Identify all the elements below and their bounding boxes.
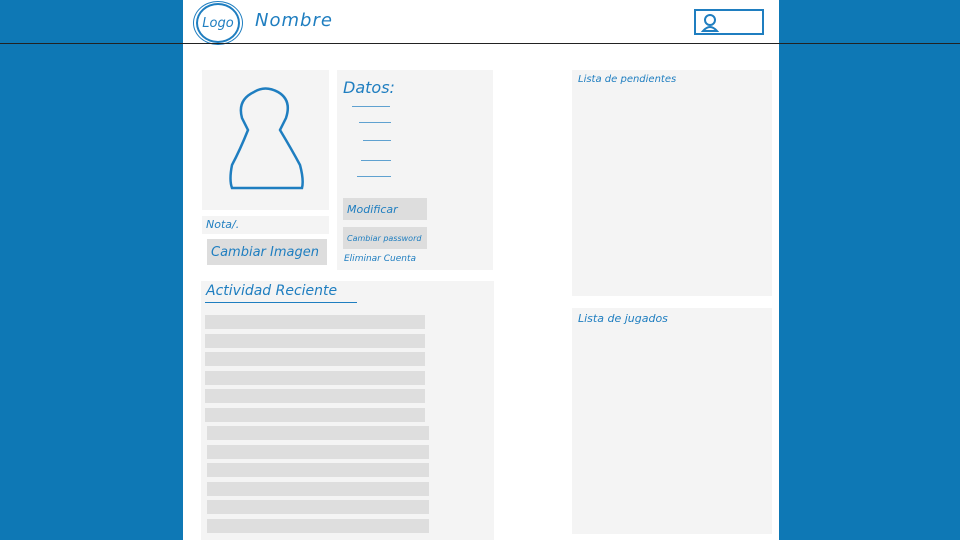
activity-row[interactable] bbox=[205, 407, 425, 422]
status-note: Nota/. bbox=[202, 216, 329, 234]
activity-row[interactable] bbox=[205, 333, 425, 348]
activity-row[interactable] bbox=[207, 444, 429, 459]
change-password-button[interactable]: Cambiar password bbox=[343, 227, 427, 249]
change-password-label: Cambiar password bbox=[347, 233, 422, 243]
change-image-label: Cambiar Imagen bbox=[211, 244, 319, 260]
activity-row[interactable] bbox=[207, 481, 429, 496]
activity-title: Actividad Reciente bbox=[206, 283, 338, 299]
change-image-button[interactable]: Cambiar Imagen bbox=[207, 239, 327, 265]
status-note-text: Nota/. bbox=[206, 218, 240, 231]
activity-row[interactable] bbox=[207, 518, 429, 533]
activity-row[interactable] bbox=[205, 315, 425, 329]
data-line bbox=[357, 176, 391, 177]
modify-label: Modificar bbox=[347, 202, 398, 216]
pending-list-title: Lista de pendientes bbox=[578, 74, 677, 85]
activity-row[interactable] bbox=[205, 370, 425, 385]
activity-row[interactable] bbox=[205, 389, 425, 403]
activity-row[interactable] bbox=[207, 463, 429, 477]
user-account-button[interactable] bbox=[694, 9, 764, 35]
activity-row[interactable] bbox=[207, 500, 429, 514]
avatar-silhouette-icon bbox=[229, 87, 304, 190]
data-panel-title: Datos: bbox=[343, 78, 395, 97]
data-line bbox=[361, 160, 391, 161]
data-line bbox=[363, 140, 391, 141]
data-line bbox=[352, 106, 390, 107]
data-line bbox=[359, 122, 391, 123]
activity-title-underline bbox=[205, 302, 357, 303]
activity-row[interactable] bbox=[207, 426, 429, 440]
modify-button[interactable]: Modificar bbox=[343, 198, 427, 220]
site-name: Nombre bbox=[255, 10, 333, 31]
played-list-panel: Lista de jugados bbox=[572, 308, 772, 534]
header-divider bbox=[0, 43, 960, 44]
page-container: Logo Nombre Nota/. Cambiar Imagen Datos:… bbox=[183, 0, 779, 540]
avatar-panel bbox=[202, 70, 329, 210]
logo-text: Logo bbox=[202, 15, 234, 31]
delete-account-link[interactable]: Eliminar Cuenta bbox=[344, 254, 416, 264]
logo[interactable]: Logo bbox=[196, 3, 240, 43]
pending-list-panel: Lista de pendientes bbox=[572, 70, 772, 296]
activity-row[interactable] bbox=[205, 352, 425, 366]
played-list-title: Lista de jugados bbox=[578, 312, 668, 325]
user-icon bbox=[700, 14, 720, 32]
